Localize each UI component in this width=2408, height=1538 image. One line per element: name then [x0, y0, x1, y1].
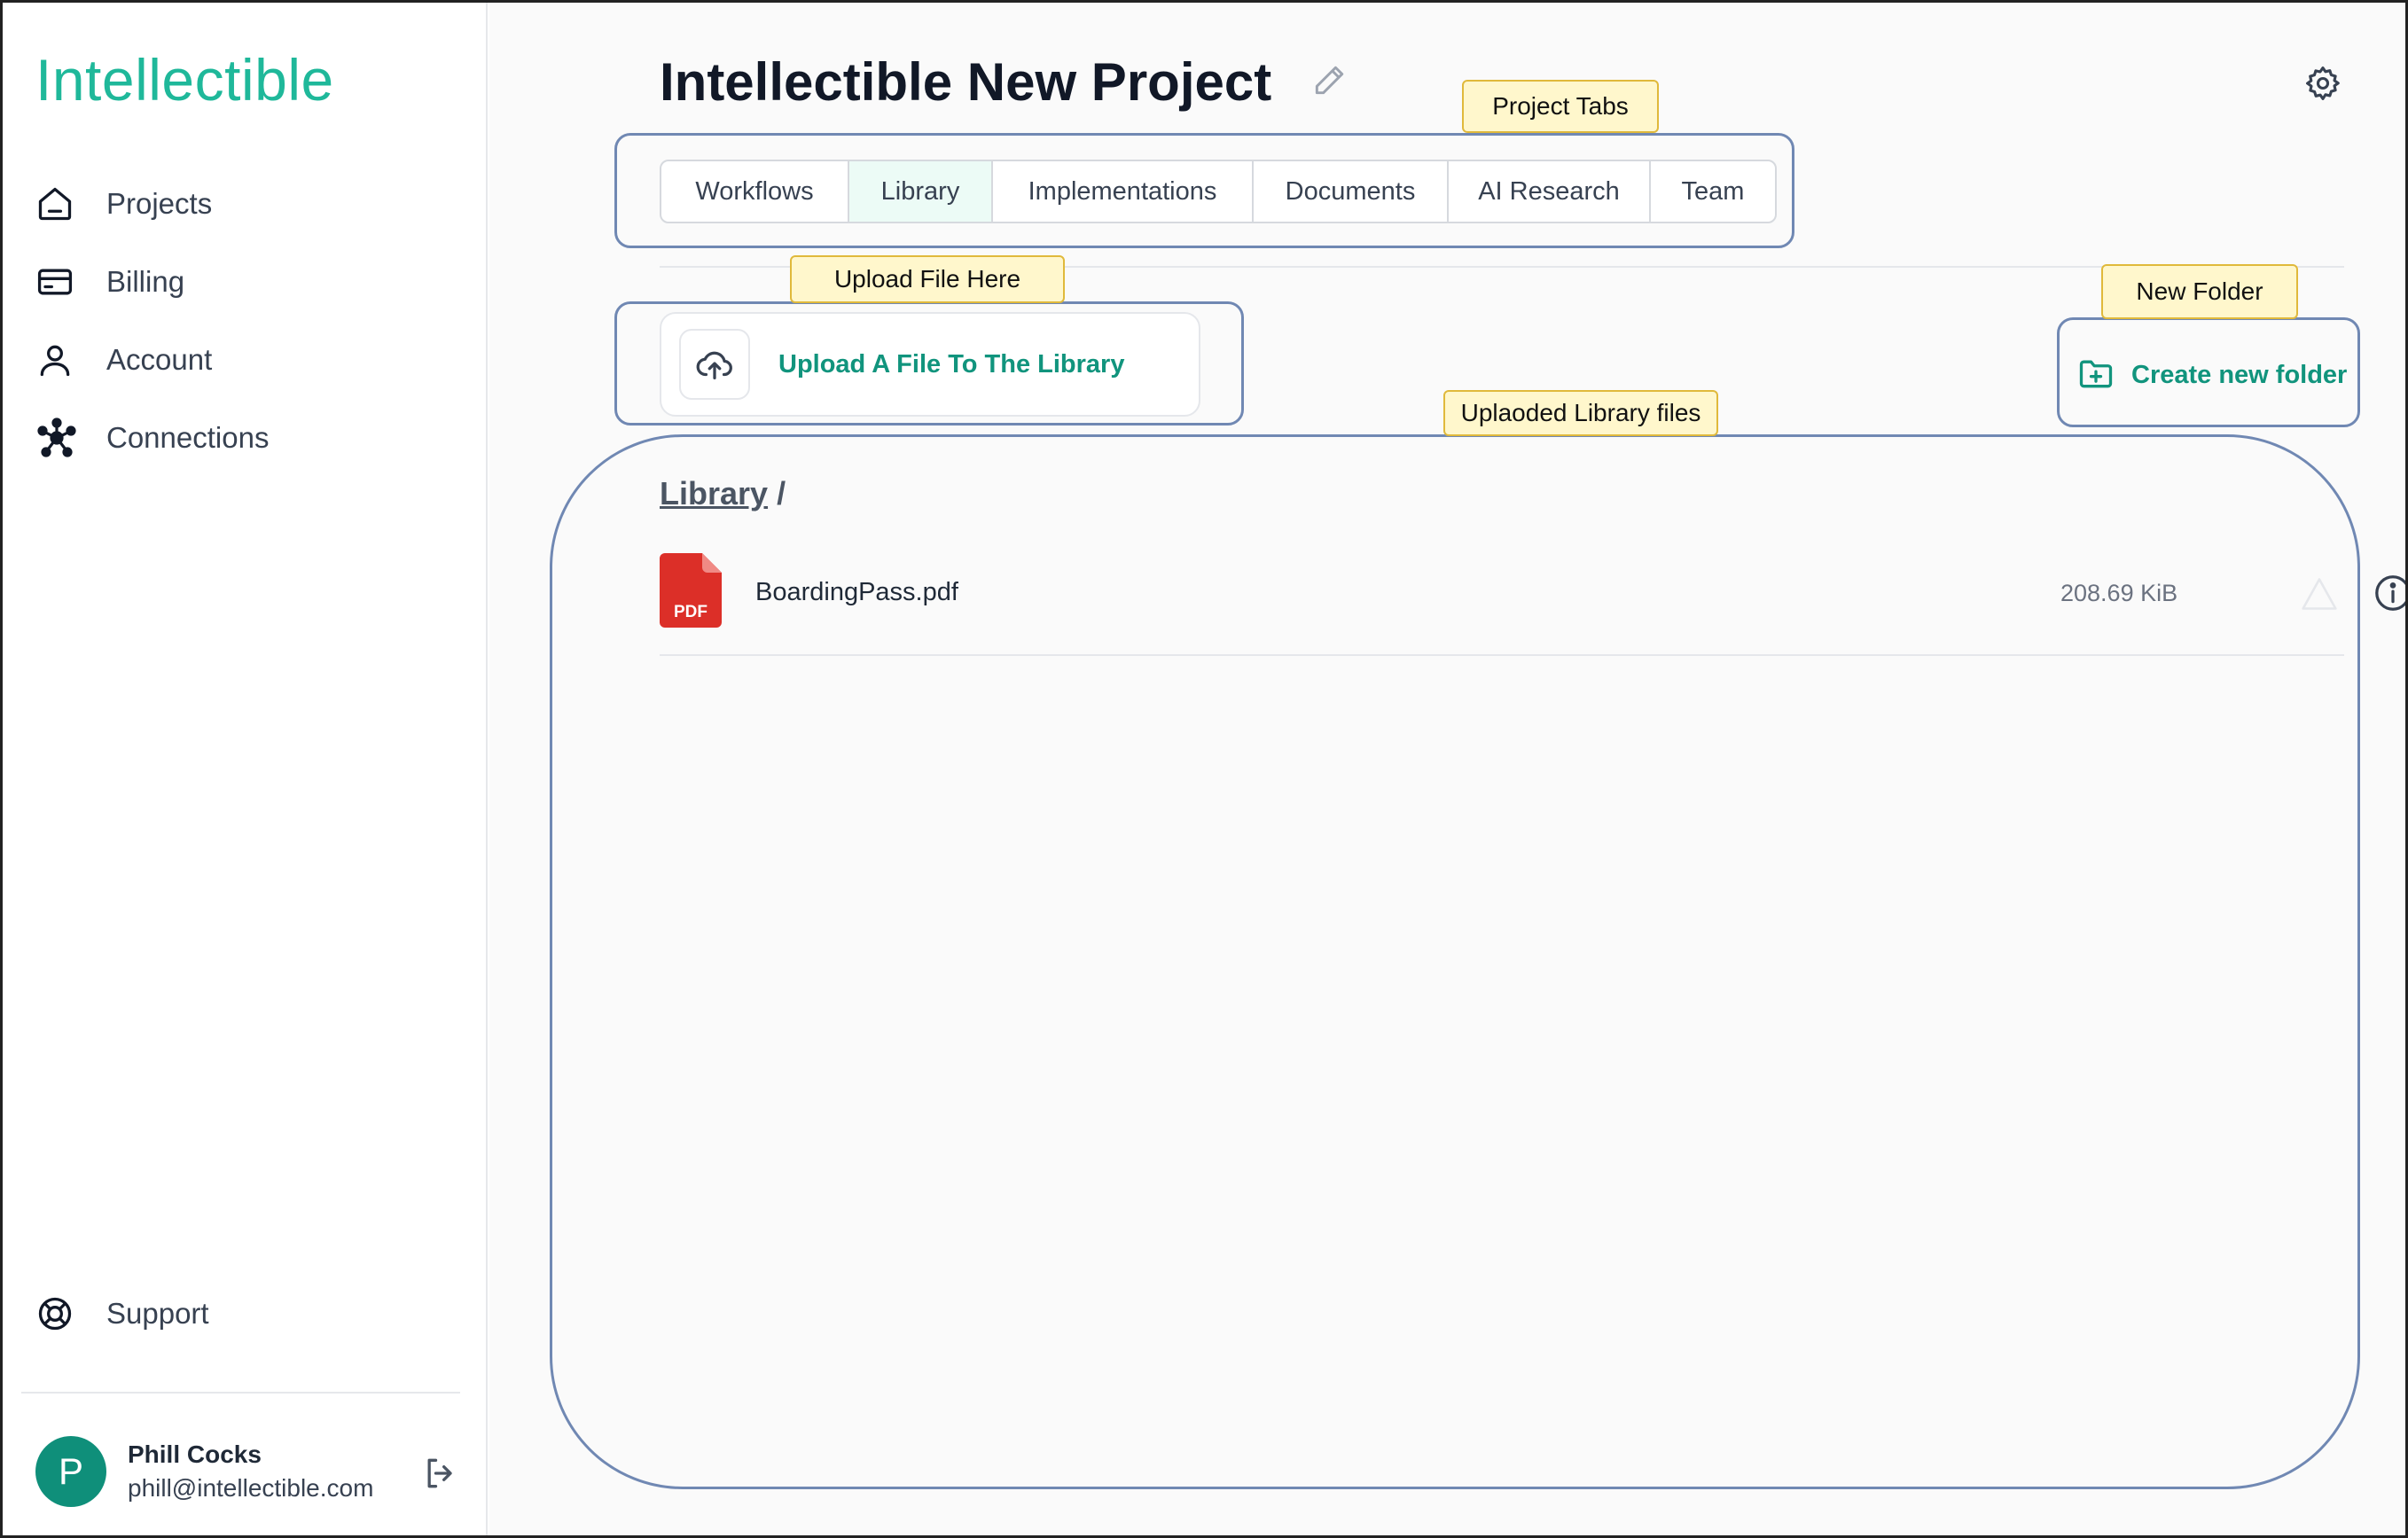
sidebar-item-billing[interactable]: Billing: [35, 243, 269, 321]
tab-team[interactable]: Team: [1651, 161, 1775, 222]
cloud-upload-icon: [679, 329, 750, 400]
sidebar-divider: [21, 1392, 460, 1394]
sidebar-item-label: Connections: [106, 421, 270, 454]
sidebar-nav: Projects Billing Account Connections: [35, 165, 269, 477]
home-icon: [35, 176, 92, 232]
file-type-label: PDF: [674, 603, 708, 621]
upload-file-button[interactable]: Upload A File To The Library: [660, 312, 1200, 417]
tab-library[interactable]: Library: [849, 161, 993, 222]
user-icon: [35, 332, 92, 388]
file-size: 208.69 KiB: [2060, 580, 2178, 606]
create-folder-label: Create new folder: [2131, 360, 2348, 389]
file-name[interactable]: BoardingPass.pdf: [755, 578, 958, 607]
sidebar-item-label: Account: [106, 343, 213, 376]
tab-ai-research[interactable]: AI Research: [1449, 161, 1651, 222]
annotation-label: Uplaoded Library files: [1443, 390, 1718, 436]
annotation-label: Upload File Here: [790, 255, 1065, 303]
breadcrumb-library[interactable]: Library: [660, 475, 768, 511]
sidebar-item-connections[interactable]: Connections: [35, 399, 269, 477]
sidebar-item-account[interactable]: Account: [35, 321, 269, 399]
upload-label: Upload A File To The Library: [778, 349, 1125, 379]
lifebuoy-icon: [35, 1285, 92, 1342]
network-icon: [35, 410, 92, 466]
sidebar-item-label: Projects: [106, 187, 213, 220]
table-row[interactable]: PDF BoardingPass.pdf 208.69 KiB: [660, 548, 2408, 656]
tab-documents[interactable]: Documents: [1254, 161, 1449, 222]
avatar[interactable]: P: [35, 1436, 106, 1507]
create-folder-button[interactable]: Create new folder: [2076, 326, 2378, 424]
user-profile: P Phill Cocks phill@intellectible.com: [35, 1436, 373, 1507]
project-tabs: Workflows Library Implementations Docume…: [660, 160, 1777, 223]
folder-plus-icon: [2076, 354, 2115, 397]
sidebar-item-support[interactable]: Support: [35, 1275, 209, 1353]
sidebar-item-projects[interactable]: Projects: [35, 165, 269, 243]
logout-icon[interactable]: [421, 1454, 460, 1493]
page-title: Intellectible New Project: [660, 52, 1272, 112]
sidebar: Intellectible Projects Billing Account C…: [0, 0, 488, 1538]
annotation-label: Project Tabs: [1462, 80, 1659, 133]
gear-icon[interactable]: [2303, 64, 2342, 103]
breadcrumb: Library /: [660, 475, 786, 512]
sidebar-item-label: Billing: [106, 265, 185, 298]
sidebar-item-label: Support: [106, 1297, 209, 1330]
tab-implementations[interactable]: Implementations: [993, 161, 1254, 222]
warning-icon: [2300, 574, 2339, 613]
info-icon[interactable]: [2373, 573, 2408, 613]
breadcrumb-separator: /: [777, 475, 786, 511]
user-email: phill@intellectible.com: [128, 1474, 374, 1502]
tab-workflows[interactable]: Workflows: [661, 161, 849, 222]
credit-card-icon: [35, 254, 92, 310]
annotation-label: New Folder: [2101, 264, 2298, 319]
user-name: Phill Cocks: [128, 1440, 262, 1468]
pencil-icon[interactable]: [1310, 60, 1349, 99]
main-content: Intellectible New Project Project Tabs W…: [489, 0, 2408, 1535]
app-logo[interactable]: Intellectible: [35, 46, 334, 113]
